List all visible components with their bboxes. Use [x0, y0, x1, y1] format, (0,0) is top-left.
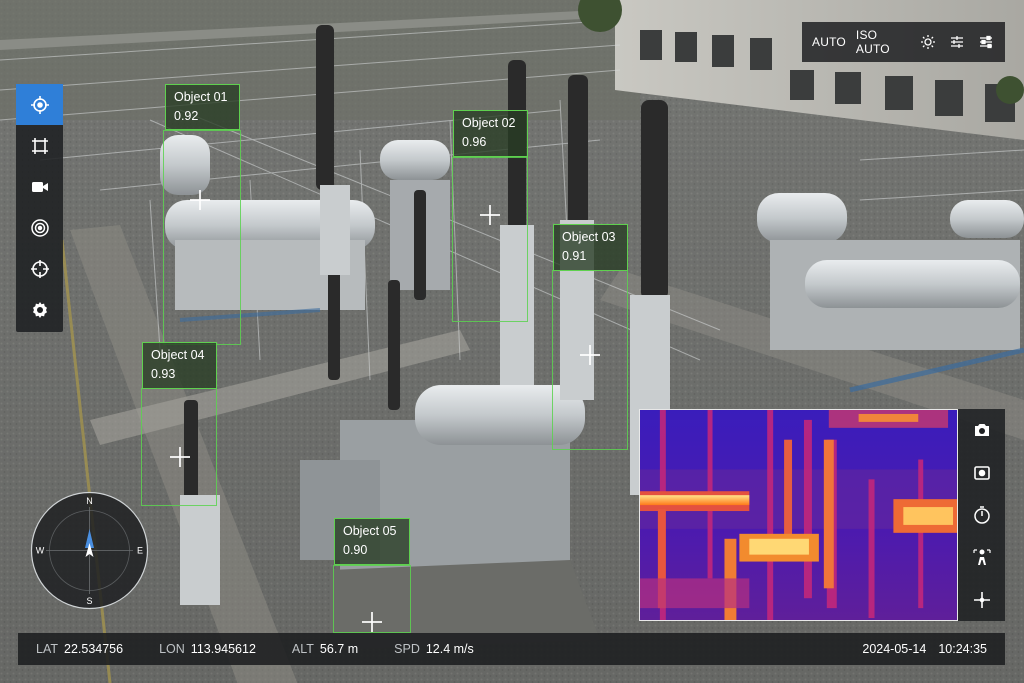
switch-camera-icon[interactable]: [958, 451, 1005, 493]
detection-confidence: 0.96: [462, 135, 487, 149]
frame-select-icon[interactable]: [16, 125, 63, 166]
detection-label-03[interactable]: Object 03 0.91: [553, 224, 628, 271]
thermal-image: [640, 410, 957, 620]
alt-label: ALT: [291, 642, 314, 656]
target-crosshair: [480, 205, 500, 225]
sliders-icon[interactable]: [947, 33, 967, 51]
thermal-toolbar: [958, 409, 1005, 621]
video-camera-icon[interactable]: [16, 166, 63, 207]
left-toolbar: [16, 84, 63, 332]
camera-icon[interactable]: [958, 409, 1005, 451]
time-value: 10:24:35: [938, 642, 987, 656]
target-crosshair: [580, 345, 600, 365]
compass-west: W: [36, 546, 45, 556]
lat-label: LAT: [36, 642, 58, 656]
detection-name: Object 02: [462, 116, 516, 130]
brightness-icon[interactable]: [918, 33, 938, 51]
detection-box-01[interactable]: [163, 130, 241, 345]
detection-box-02[interactable]: [452, 157, 528, 322]
target-icon[interactable]: [16, 84, 63, 125]
detection-confidence: 0.93: [151, 367, 176, 381]
detection-name: Object 04: [151, 348, 205, 362]
lon-value: 113.945612: [190, 642, 256, 656]
target-crosshair: [362, 612, 382, 632]
adjust-icon[interactable]: [976, 33, 996, 51]
target-crosshair: [190, 190, 210, 210]
detection-label-04[interactable]: Object 04 0.93: [142, 342, 217, 389]
detection-name: Object 01: [174, 90, 228, 104]
detection-label-05[interactable]: Object 05 0.90: [334, 518, 410, 565]
detection-label-02[interactable]: Object 02 0.96: [453, 110, 528, 157]
datetime: 2024-05-14 10:24:35: [862, 642, 987, 656]
detection-name: Object 05: [343, 524, 397, 538]
target-crosshair: [170, 447, 190, 467]
crosshair-icon[interactable]: [16, 248, 63, 289]
compass-south: S: [86, 596, 92, 606]
thermal-camera-view[interactable]: [639, 409, 958, 621]
spd-value: 12.4 m/s: [425, 642, 474, 656]
spd-label: SPD: [394, 642, 420, 656]
timer-icon[interactable]: [958, 494, 1005, 536]
detection-confidence: 0.90: [343, 543, 368, 557]
lon-label: LON: [159, 642, 185, 656]
camera-settings-bar: AUTO ISO AUTO: [802, 22, 1005, 62]
detection-confidence: 0.92: [174, 109, 199, 123]
telemetry-bar: LAT 22.534756 LON 113.945612 ALT 56.7 m …: [18, 633, 1005, 665]
compass-north: N: [86, 496, 93, 506]
detection-confidence: 0.91: [562, 249, 587, 263]
compass-widget: N E S W: [30, 491, 149, 610]
lat-value: 22.534756: [64, 642, 124, 656]
detection-label-01[interactable]: Object 01 0.92: [165, 84, 240, 130]
iso-mode[interactable]: ISO AUTO: [856, 28, 908, 56]
crosshair-icon[interactable]: [958, 579, 1005, 621]
exposure-mode[interactable]: AUTO: [812, 35, 846, 49]
settings-gear-icon[interactable]: [16, 289, 63, 330]
alt-value: 56.7 m: [319, 642, 359, 656]
radar-target-icon[interactable]: [16, 207, 63, 248]
person-detect-icon[interactable]: [958, 536, 1005, 578]
compass-east: E: [137, 546, 143, 556]
detection-name: Object 03: [562, 230, 616, 244]
date-value: 2024-05-14: [862, 642, 927, 656]
